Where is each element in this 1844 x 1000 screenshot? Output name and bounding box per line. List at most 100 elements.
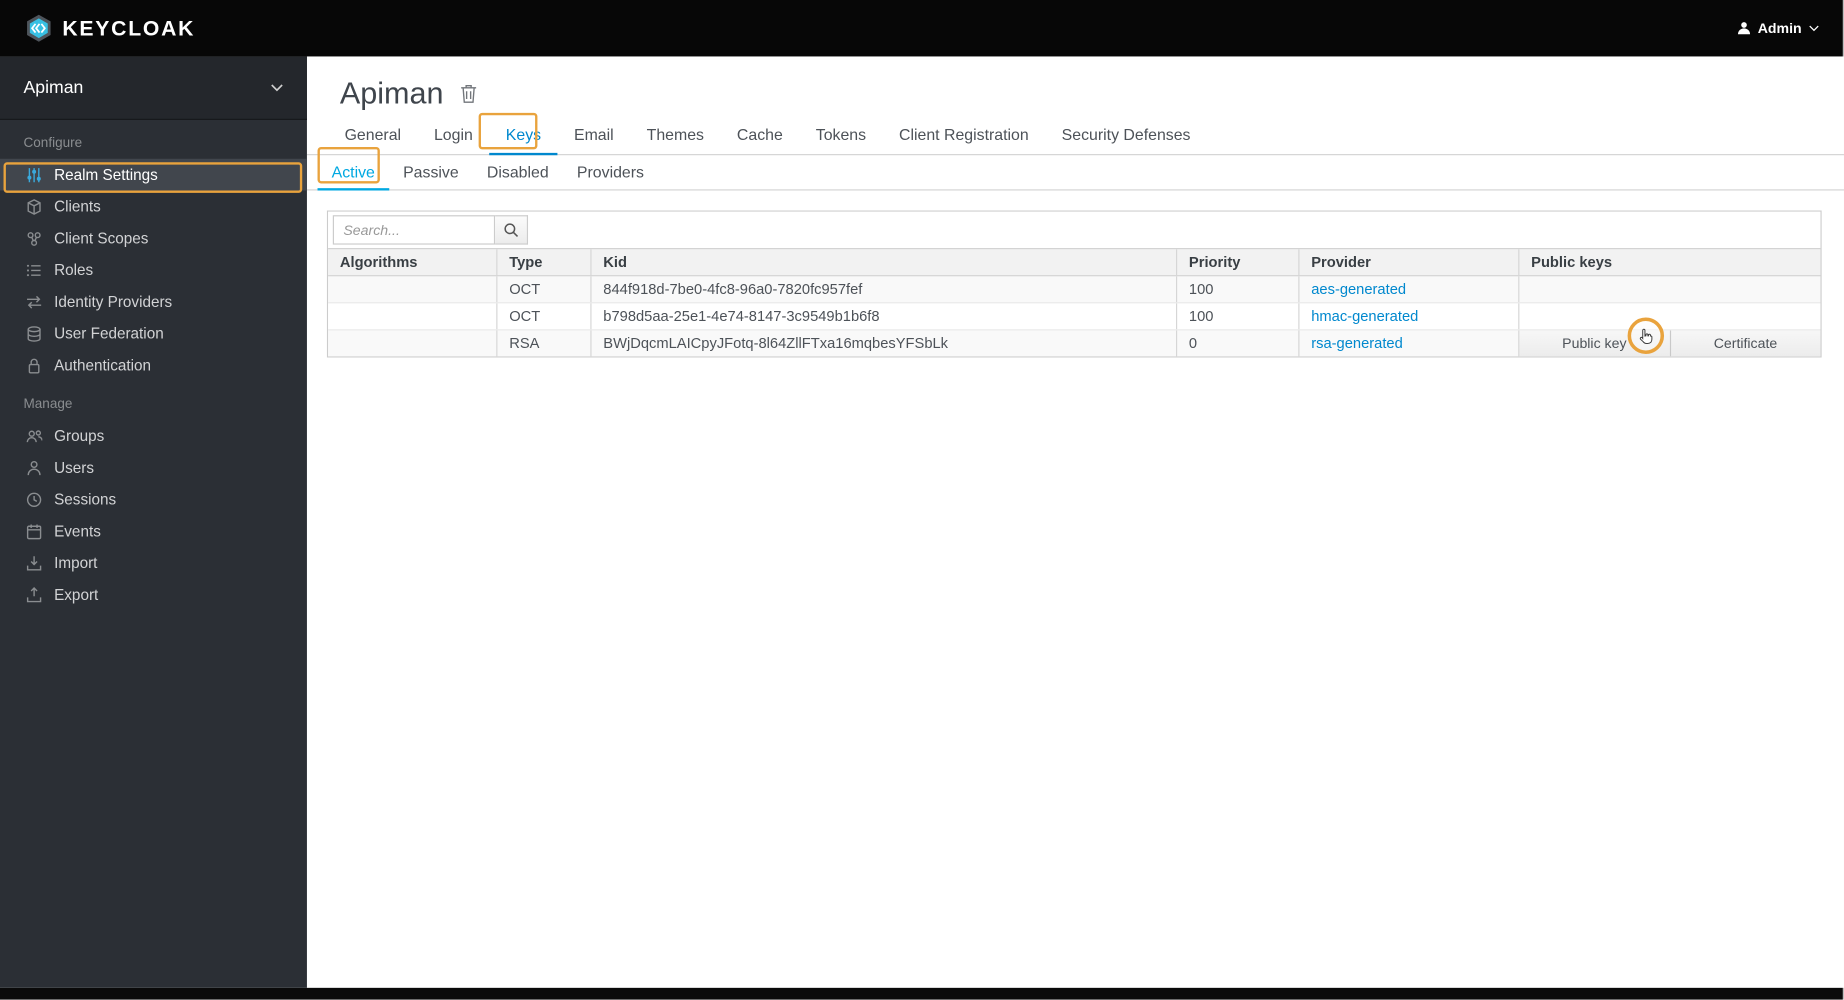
- cell-priority: 100: [1176, 303, 1298, 330]
- column-header-public-keys: Public keys: [1518, 249, 1820, 276]
- users-icon: [25, 459, 43, 477]
- provider-link[interactable]: hmac-generated: [1311, 308, 1418, 324]
- sidebar-item-label: Identity Providers: [54, 292, 173, 311]
- table-row: RSA BWjDqcmLAICpyJFotq-8l64ZllFTxa16mqbe…: [328, 330, 1821, 357]
- keys-table: Algorithms Type Kid Priority Provider Pu…: [326, 210, 1822, 358]
- sessions-icon: [25, 490, 43, 508]
- sidebar-item-users[interactable]: Users: [0, 452, 307, 484]
- search-input[interactable]: [332, 215, 496, 245]
- sidebar-item-label: Export: [54, 585, 99, 604]
- tab-client-registration[interactable]: Client Registration: [883, 115, 1046, 154]
- cell-priority: 0: [1176, 330, 1298, 357]
- identity-providers-icon: [25, 293, 43, 311]
- column-header-provider: Provider: [1298, 249, 1518, 276]
- user-menu[interactable]: Admin: [1737, 20, 1820, 36]
- roles-icon: [25, 261, 43, 279]
- sidebar-item-identity-providers[interactable]: Identity Providers: [0, 286, 307, 318]
- sidebar-item-clients[interactable]: Clients: [0, 191, 307, 223]
- table-header-row: Algorithms Type Kid Priority Provider Pu…: [328, 249, 1821, 277]
- realm-tabs: General Login Keys Email Themes Cache To…: [306, 115, 1844, 156]
- realm-settings-icon: [25, 166, 43, 184]
- sidebar-section-configure: Configure: [23, 136, 83, 151]
- column-header-algorithms: Algorithms: [339, 254, 418, 271]
- subtab-passive[interactable]: Passive: [389, 155, 473, 189]
- keys-subtabs: Active Passive Disabled Providers: [306, 155, 1844, 191]
- chevron-down-icon: [1809, 25, 1820, 32]
- groups-icon: [25, 427, 43, 445]
- brand-text: KEYCLOAK: [62, 15, 196, 40]
- sidebar-item-label: Realm Settings: [54, 165, 158, 184]
- sidebar-item-label: Events: [54, 522, 101, 540]
- main-content: Apiman General Login Keys Email Themes C…: [306, 56, 1844, 988]
- app: KEYCLOAK Admin Apiman Configure Realm Se…: [0, 0, 1844, 1000]
- delete-realm-button[interactable]: [460, 83, 478, 103]
- sidebar-item-events[interactable]: Events: [0, 515, 307, 547]
- sidebar-section-manage: Manage: [23, 397, 73, 412]
- sidebar-item-export[interactable]: Export: [0, 579, 307, 611]
- provider-link[interactable]: rsa-generated: [1311, 335, 1403, 351]
- sidebar-item-import[interactable]: Import: [0, 547, 307, 579]
- sidebar-item-client-scopes[interactable]: Client Scopes: [0, 222, 307, 254]
- cell-type: RSA: [496, 330, 590, 357]
- realm-selector[interactable]: Apiman: [0, 56, 307, 120]
- tab-tokens[interactable]: Tokens: [799, 115, 882, 154]
- sidebar-item-user-federation[interactable]: User Federation: [0, 318, 307, 350]
- search-icon: [503, 222, 519, 238]
- cell-provider: aes-generated: [1298, 276, 1518, 303]
- cell-algorithms: [328, 330, 496, 356]
- column-header-priority: Priority: [1176, 249, 1298, 276]
- sidebar-item-realm-settings[interactable]: Realm Settings: [0, 158, 307, 191]
- realm-selector-label: Apiman: [23, 77, 84, 98]
- tab-email[interactable]: Email: [558, 115, 631, 154]
- column-header-kid: Kid: [590, 249, 1176, 276]
- cell-priority: 100: [1176, 276, 1298, 303]
- table-row: OCT 844f918d-7be0-4fc8-96a0-7820fc957fef…: [328, 276, 1821, 304]
- tab-security-defenses[interactable]: Security Defenses: [1045, 115, 1207, 154]
- sidebar-item-label: Users: [54, 458, 95, 477]
- clients-icon: [25, 198, 43, 216]
- sidebar: Apiman Configure Realm Settings Clients …: [0, 56, 307, 988]
- cell-algorithms: [328, 276, 496, 302]
- brand[interactable]: KEYCLOAK: [24, 13, 196, 44]
- sidebar-item-label: Client Scopes: [54, 229, 149, 247]
- tab-keys[interactable]: Keys: [489, 115, 558, 156]
- sidebar-item-label: Import: [54, 553, 98, 572]
- certificate-button[interactable]: Certificate: [1669, 330, 1821, 357]
- bottom-bar: [0, 987, 1843, 1000]
- sidebar-item-groups[interactable]: Groups: [0, 420, 307, 452]
- events-icon: [25, 522, 43, 540]
- subtab-active[interactable]: Active: [317, 155, 389, 191]
- table-row: OCT b798d5aa-25e1-4e74-8147-3c9549b1b6f8…: [328, 303, 1821, 331]
- sidebar-item-authentication[interactable]: Authentication: [0, 349, 307, 381]
- cell-type: OCT: [496, 276, 590, 303]
- subtab-disabled[interactable]: Disabled: [473, 155, 563, 189]
- sidebar-item-sessions[interactable]: Sessions: [0, 483, 307, 515]
- subtab-providers[interactable]: Providers: [563, 155, 658, 189]
- authentication-icon: [25, 356, 43, 374]
- cell-algorithms: [328, 303, 496, 329]
- cell-provider: rsa-generated: [1298, 330, 1518, 357]
- column-header-type: Type: [496, 249, 590, 276]
- cell-public-keys: [1518, 276, 1820, 303]
- tab-themes[interactable]: Themes: [630, 115, 720, 154]
- public-key-button[interactable]: Public key: [1519, 330, 1670, 357]
- client-scopes-icon: [25, 229, 43, 247]
- cell-public-keys: Public key Certificate: [1518, 330, 1821, 357]
- page-title: Apiman: [339, 74, 444, 110]
- table-toolbar: [328, 211, 1821, 250]
- export-icon: [25, 586, 43, 604]
- provider-link[interactable]: aes-generated: [1311, 281, 1406, 297]
- sidebar-item-roles[interactable]: Roles: [0, 254, 307, 286]
- tab-general[interactable]: General: [328, 115, 417, 154]
- user-icon: [1737, 21, 1751, 35]
- sidebar-item-label: User Federation: [54, 324, 164, 343]
- tab-cache[interactable]: Cache: [720, 115, 799, 154]
- cell-type: OCT: [496, 303, 590, 330]
- topbar: KEYCLOAK Admin: [0, 0, 1843, 57]
- user-federation-icon: [25, 325, 43, 343]
- keycloak-logo-icon: [24, 13, 55, 44]
- search-button[interactable]: [495, 215, 529, 245]
- tab-login[interactable]: Login: [418, 115, 490, 154]
- cell-public-keys: [1518, 303, 1820, 330]
- cell-kid: 844f918d-7be0-4fc8-96a0-7820fc957fef: [590, 276, 1176, 303]
